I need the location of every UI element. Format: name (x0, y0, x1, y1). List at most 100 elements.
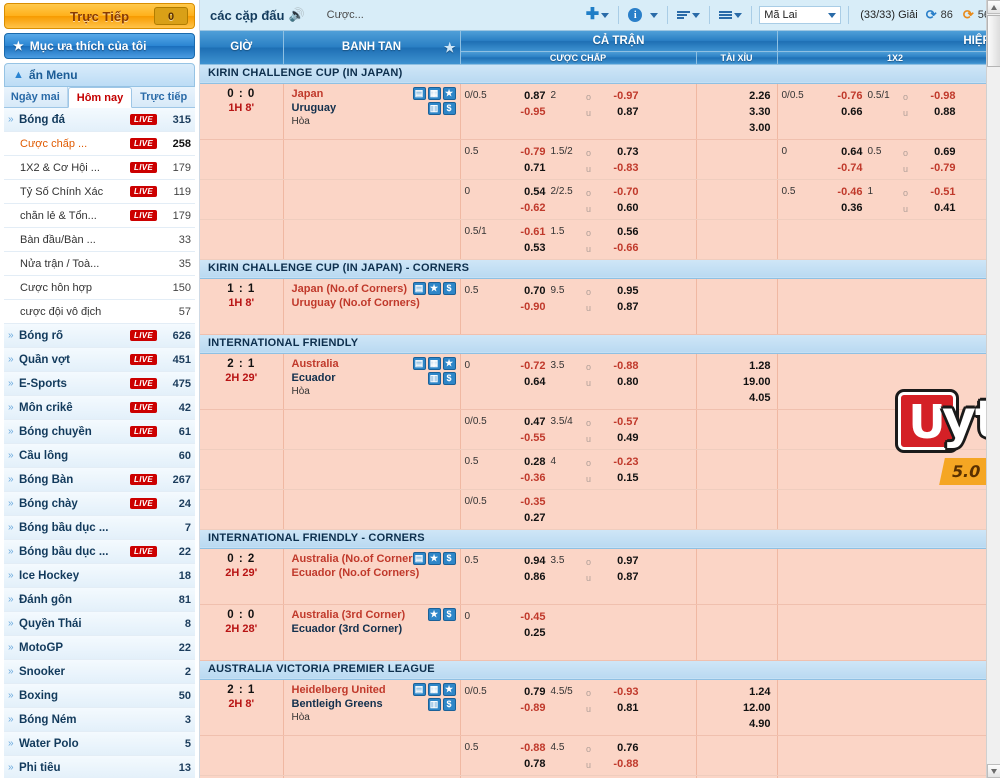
live-button[interactable]: Trực Tiếp 0 (4, 3, 195, 29)
col-header-ft-1x2[interactable]: 1X2 (777, 51, 986, 65)
ft-hdp-home-odds[interactable]: 0.54 (497, 184, 549, 200)
odds-format-select[interactable]: Mã Lai (759, 6, 842, 24)
ft-1x2-cell[interactable] (696, 604, 778, 661)
day-tab-1[interactable]: Hôm nay (67, 87, 133, 108)
scrollbar-thumb[interactable] (987, 15, 1000, 67)
ft-hdp-home-odds[interactable]: -0.45 (497, 609, 549, 625)
leagues-filter[interactable]: (33/33) Giải (860, 9, 917, 21)
ft-under-odds[interactable]: -0.88 (595, 756, 643, 772)
h1-hdp-home-odds[interactable]: -0.76 (814, 88, 866, 104)
h1-over-odds[interactable]: -0.51 (912, 184, 960, 200)
ft-over-odds[interactable]: -0.97 (595, 88, 643, 104)
away-team[interactable]: Ecuador (No.of Corners) (292, 566, 458, 580)
ft-1x2-away[interactable]: 4.90 (697, 716, 777, 732)
ft-under-odds[interactable]: 0.49 (595, 430, 643, 446)
h1-hdp-home-odds[interactable]: 0.64 (814, 144, 866, 160)
ft-handicap-ou-cell[interactable]: 0/0.5 0.79 4.5/5 o -0.93 -0.89 u 0.81 (460, 679, 697, 736)
ft-1x2-home[interactable]: 1.24 (697, 684, 777, 700)
ft-1x2-cell[interactable]: 1.24 12.00 4.90 (696, 679, 778, 736)
h1-handicap-ou-cell[interactable] (777, 353, 986, 410)
add-button[interactable]: ✚ (584, 7, 611, 23)
ft-hdp-home-odds[interactable]: -0.72 (497, 358, 549, 374)
extra-odds-row[interactable]: 0/0.5 -0.35 0.27 (200, 489, 986, 530)
h1-handicap-ou-cell[interactable]: 0/0.5 -0.76 0.5/1 o -0.98 0.66 u 0.88 (777, 83, 986, 140)
sidebar-item-snooker[interactable]: » Snooker 2 (4, 660, 195, 684)
h1-hdp-away-odds[interactable]: -0.74 (814, 160, 866, 176)
ft-over-odds[interactable]: -0.70 (595, 184, 643, 200)
ft-1x2-away[interactable]: 4.05 (697, 390, 777, 406)
star-icon[interactable]: ★ (442, 86, 456, 100)
ft-hdp-away-odds[interactable]: 0.71 (497, 160, 549, 176)
odds-table-container[interactable]: GIỜBANH TAN★CẢ TRẬNHIỆP 1 CƯỢC CHẤPTÀI XỈ… (200, 31, 986, 778)
sidebar-item-n-a-tr-n-to[interactable]: Nửa trận / Toà... 35 (4, 252, 195, 276)
ft-1x2-draw[interactable]: 3.30 (697, 104, 777, 120)
sidebar-item-c-u-l-ng[interactable]: » Cầu lông 60 (4, 444, 195, 468)
vertical-scrollbar[interactable] (986, 0, 1000, 778)
tv-icon[interactable]: ▤ (412, 682, 426, 696)
ft-under-odds[interactable]: 0.87 (595, 104, 643, 120)
ft-1x2-away[interactable]: 3.00 (697, 120, 777, 136)
speaker-icon[interactable]: 🔊 (288, 7, 304, 23)
ft-handicap-ou-cell[interactable]: 0/0.5 0.87 2 o -0.97 -0.95 u 0.87 (460, 83, 697, 140)
away-team[interactable]: Uruguay (No.of Corners) (292, 296, 458, 310)
ft-over-odds[interactable]: -0.23 (595, 454, 643, 470)
col-header-match[interactable]: BANH TAN ★ (283, 31, 461, 65)
ft-hdp-away-odds[interactable]: -0.95 (497, 104, 549, 120)
ft-under-odds[interactable]: 0.87 (595, 299, 643, 315)
ft-1x2-home[interactable] (697, 283, 777, 299)
ft-1x2-away[interactable] (697, 585, 777, 601)
h1-handicap-ou-cell[interactable]: 0.5 -0.46 1 o -0.51 0.36 u 0.41 (777, 179, 986, 220)
match-row[interactable]: 0 : 2 2H 29' Australia (No.of Corners) Ecua… (200, 548, 986, 605)
sidebar-item-b-ng-b-u-d-c[interactable]: » Bóng bầu dục ... LIVE 22 (4, 540, 195, 564)
ft-hdp-home-odds[interactable]: 0.87 (497, 88, 549, 104)
day-tab-2[interactable]: Trực tiếp (132, 87, 195, 107)
h1-over-odds[interactable]: -0.98 (912, 88, 960, 104)
ft-1x2-draw[interactable] (697, 299, 777, 315)
h1-under-odds[interactable]: 0.41 (912, 200, 960, 216)
ft-hdp-away-odds[interactable]: -0.36 (497, 470, 549, 486)
day-tab-0[interactable]: Ngày mai (4, 87, 68, 107)
star-icon[interactable]: ★ (427, 281, 441, 295)
h1-hdp-home-odds[interactable]: -0.46 (814, 184, 866, 200)
ft-under-odds[interactable]: 0.87 (595, 569, 643, 585)
ft-hdp-away-odds[interactable]: -0.89 (497, 700, 549, 716)
match-row[interactable]: 0 : 0 1H 8' Japan Uruguay Hòa ▤ ▦ ★▥ $0/0.5 0.87 2… (200, 83, 986, 140)
ft-1x2-draw[interactable]: 19.00 (697, 374, 777, 390)
star-icon[interactable]: ★ (442, 682, 456, 696)
sidebar-item-b-ng-b-u-d-c[interactable]: » Bóng bầu dục ... 7 (4, 516, 195, 540)
match-row[interactable]: 2 : 1 2H 29' Australia Ecuador Hòa ▤ ▦ ★▥ $0 -0.7… (200, 353, 986, 410)
cashout-icon[interactable]: $ (442, 607, 456, 621)
sidebar-item-quy-n-th-i[interactable]: » Quyền Thái 8 (4, 612, 195, 636)
h1-handicap-ou-cell[interactable] (777, 604, 986, 661)
league-header-row[interactable]: KIRIN CHALLENGE CUP (IN JAPAN) - CORNERS… (200, 258, 986, 279)
ft-under-odds[interactable]: 0.15 (595, 470, 643, 486)
h1-handicap-ou-cell[interactable]: 0 0.64 0.5 o 0.69 -0.74 u -0.79 (777, 139, 986, 180)
ft-handicap-ou-cell[interactable]: 0 0.54 2/2.5 o -0.70 -0.62 u 0.60 (460, 179, 697, 220)
h1-handicap-ou-cell[interactable] (777, 548, 986, 605)
tv-icon[interactable]: ▤ (412, 356, 426, 370)
sidebar-item-c-c-i-v-ch[interactable]: cược đội vô địch 57 (4, 300, 195, 324)
h1-under-odds[interactable]: -0.79 (912, 160, 960, 176)
col-header-time[interactable]: GIỜ (200, 31, 284, 65)
sidebar-item-b-ng-n-m[interactable]: » Bóng Ném 3 (4, 708, 195, 732)
away-team[interactable]: Ecuador (3rd Corner) (292, 622, 458, 636)
ft-handicap-ou-cell[interactable]: 0.5/1 -0.61 1.5 o 0.56 0.53 u -0.66 (460, 219, 697, 260)
tv-icon[interactable]: ▤ (412, 551, 426, 565)
ft-hdp-away-odds[interactable]: 0.78 (497, 756, 549, 772)
ft-1x2-draw[interactable] (697, 569, 777, 585)
h1-hdp-away-odds[interactable]: 0.36 (814, 200, 866, 216)
sidebar-item-boxing[interactable]: » Boxing 50 (4, 684, 195, 708)
cashout-icon[interactable]: $ (442, 697, 456, 711)
ft-handicap-ou-cell[interactable]: 0.5 0.70 9.5 o 0.95 -0.90 u 0.87 (460, 278, 697, 335)
ft-hdp-home-odds[interactable]: 0.28 (497, 454, 549, 470)
cashout-icon[interactable]: $ (442, 281, 456, 295)
h1-handicap-ou-cell[interactable] (777, 679, 986, 736)
ft-hdp-home-odds[interactable]: -0.88 (497, 740, 549, 756)
ft-hdp-away-odds[interactable]: 0.53 (497, 240, 549, 256)
ft-handicap-ou-cell[interactable]: 0/0.5 -0.35 0.27 (460, 489, 697, 530)
ft-1x2-cell[interactable] (696, 278, 778, 335)
ft-over-odds[interactable]: 0.97 (595, 553, 643, 569)
ft-1x2-home[interactable]: 1.28 (697, 358, 777, 374)
sidebar-item-ice-hockey[interactable]: » Ice Hockey 18 (4, 564, 195, 588)
ft-hdp-away-odds[interactable]: -0.55 (497, 430, 549, 446)
